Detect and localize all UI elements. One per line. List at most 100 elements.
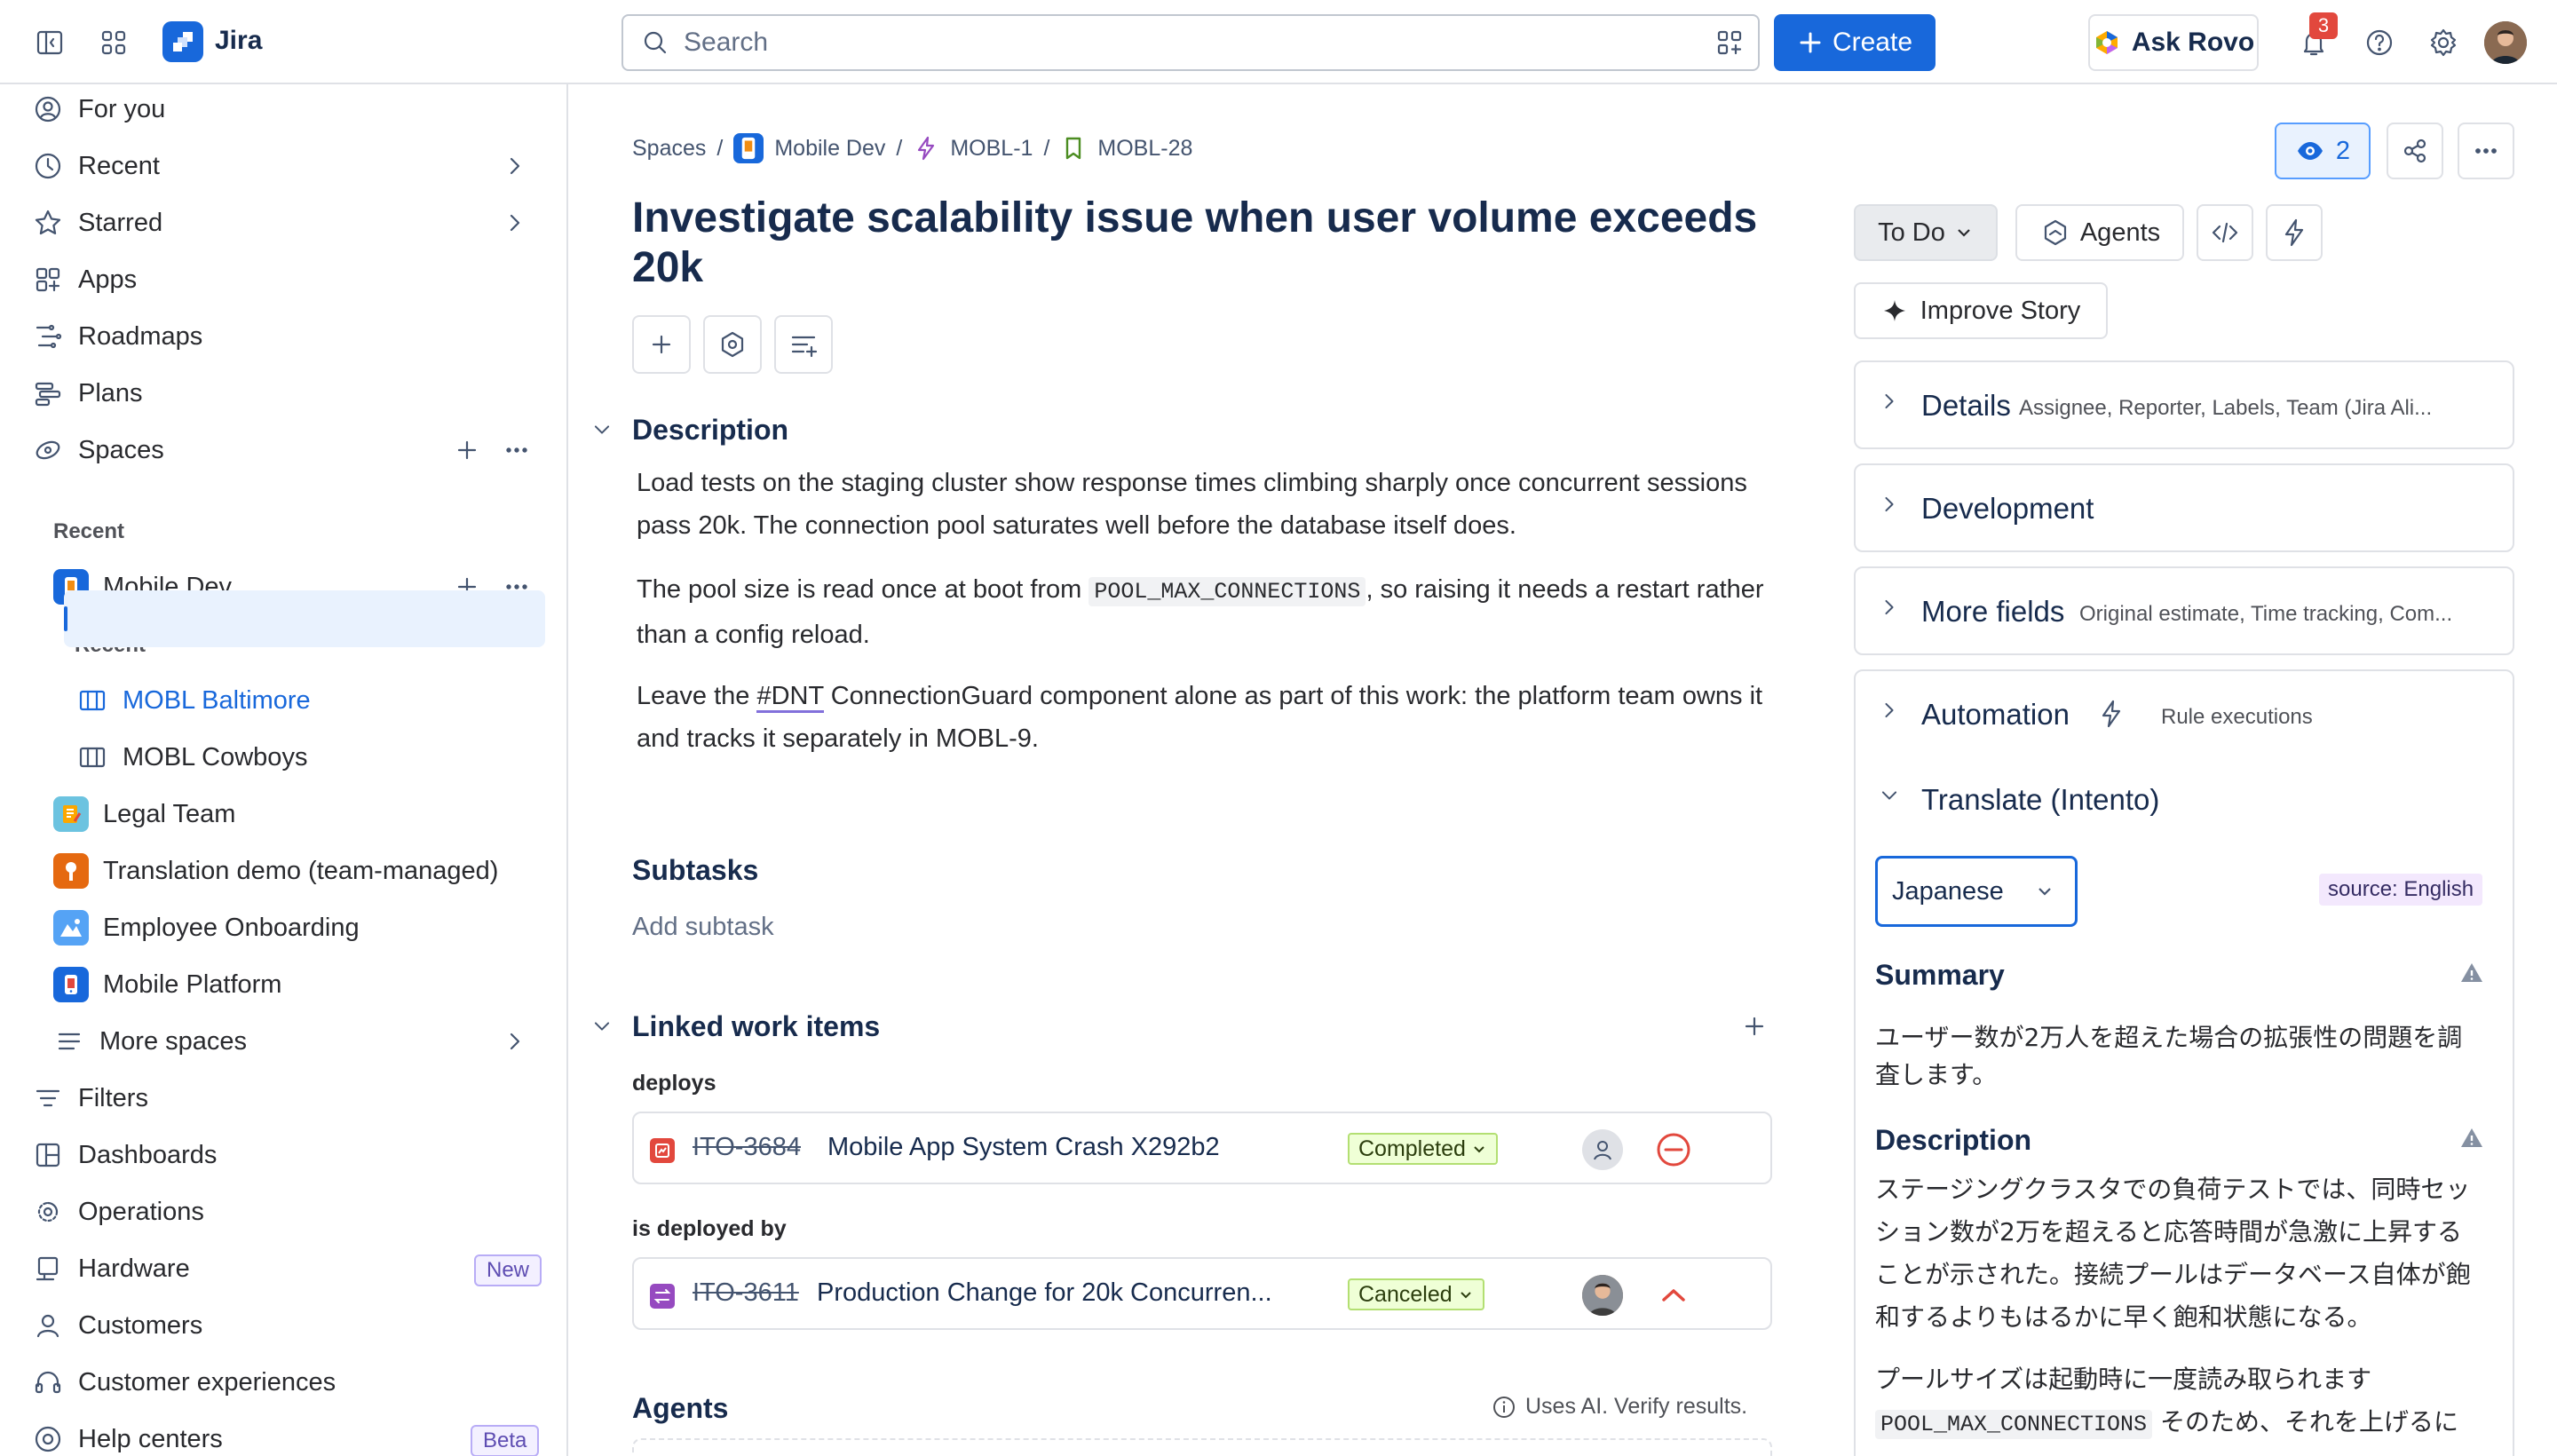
agents-button[interactable]: Agents (2015, 204, 2184, 261)
description-paragraph-2[interactable]: The pool size is read once at boot from … (637, 568, 1764, 656)
sidebar-item-roadmaps[interactable]: Roadmaps (32, 312, 202, 361)
translated-description-paragraph-2: プールサイズは起動時に一度読み取られます POOL_MAX_CONNECTIONS… (1875, 1358, 2479, 1456)
list-add-icon (791, 336, 818, 358)
sidebar-item-mobl-baltimore[interactable]: MOBL Baltimore (76, 676, 311, 725)
more-options-icon[interactable] (501, 434, 533, 466)
page-title[interactable]: Investigate scalability issue when user … (632, 194, 1786, 293)
sidebar-item-translation-demo[interactable]: Translation demo (team-managed) (53, 846, 498, 896)
collapse-chevron-icon[interactable] (588, 1012, 616, 1041)
automation-button[interactable] (2266, 204, 2323, 261)
sidebar-item-customers[interactable]: Customers (32, 1301, 202, 1350)
warning-icon[interactable] (2459, 1126, 2484, 1151)
breadcrumb-epic[interactable]: MOBL-1 (950, 136, 1033, 162)
sidebar-item-recent[interactable]: Recent (32, 141, 538, 191)
remove-link-icon[interactable] (1655, 1131, 1692, 1168)
sidebar-item-more-spaces[interactable]: More spaces (53, 1017, 247, 1066)
share-button[interactable] (2387, 123, 2443, 179)
sidebar-item-for-you[interactable]: For you (32, 84, 165, 134)
warning-icon[interactable] (2459, 961, 2484, 985)
chevron-right-icon[interactable] (1875, 696, 1904, 724)
sidebar-item-mobile-platform[interactable]: Mobile Platform (53, 960, 281, 1009)
sidebar-item-mobl-cowboys[interactable]: MOBL Cowboys (76, 732, 307, 782)
breadcrumb-spaces[interactable]: Spaces (632, 136, 706, 162)
mobile-dev-project-icon (733, 133, 764, 163)
user-avatar[interactable] (2484, 21, 2527, 64)
automation-title[interactable]: Automation (1921, 698, 2070, 732)
linked-item-summary[interactable]: Production Change for 20k Concurren... (817, 1278, 1272, 1308)
dashboard-icon (36, 1143, 60, 1167)
linked-item-row[interactable]: ITO-3611 Production Change for 20k Concu… (632, 1257, 1772, 1330)
description-paragraph-3[interactable]: Leave the #DNT ConnectionGuard component… (637, 675, 1764, 760)
lightning-icon (2284, 218, 2304, 247)
status-label: Canceled (1358, 1281, 1453, 1307)
sidebar-item-label: Recent (78, 151, 160, 180)
sidebar-item-spaces[interactable]: Spaces (32, 425, 164, 475)
more-actions-button[interactable] (2458, 123, 2514, 179)
improve-story-button[interactable]: Improve Story (1854, 282, 2108, 339)
search-placeholder: Search (684, 28, 769, 57)
description-paragraph-1[interactable]: Load tests on the staging cluster show r… (637, 462, 1764, 547)
sidebar-item-label: Starred (78, 208, 163, 237)
add-button[interactable] (632, 315, 691, 374)
help-icon[interactable] (2362, 25, 2397, 60)
app-switcher-icon[interactable] (96, 25, 131, 60)
hexagon-settings-icon (721, 331, 744, 358)
development-panel[interactable]: Development (1854, 463, 2514, 552)
change-type-icon (650, 1284, 675, 1309)
sidebar-item-dashboards[interactable]: Dashboards (32, 1130, 217, 1180)
chevron-down-icon (2038, 888, 2051, 896)
chevron-right-icon (1885, 496, 1894, 512)
sidebar-item-hardware[interactable]: Hardware (32, 1244, 190, 1294)
code-button[interactable] (2197, 204, 2253, 261)
create-button[interactable]: Create (1774, 14, 1936, 71)
sidebar-item-apps[interactable]: Apps (32, 255, 137, 305)
sidebar-toggle-icon[interactable] (32, 25, 67, 60)
jira-logo-icon[interactable] (162, 21, 203, 62)
sidebar-item-starred[interactable]: Starred (32, 198, 162, 248)
add-subtask-link[interactable]: Add subtask (632, 913, 774, 942)
priority-high-icon[interactable] (1657, 1278, 1690, 1312)
sidebar-item-plans[interactable]: Plans (32, 368, 143, 418)
chevron-right-icon[interactable] (499, 207, 531, 239)
status-dropdown[interactable]: To Do (1854, 204, 1998, 261)
apps-button[interactable] (703, 315, 762, 374)
linked-item-row[interactable]: ITO-3684 Mobile App System Crash X292b2 … (632, 1112, 1772, 1184)
agents-dropzone[interactable] (632, 1438, 1772, 1456)
app-name[interactable]: Jira (215, 26, 262, 56)
add-space-plus-icon[interactable] (451, 434, 483, 466)
more-fields-panel[interactable]: More fields Original estimate, Time trac… (1854, 566, 2514, 655)
sidebar-item-operations[interactable]: Operations (32, 1187, 204, 1237)
unassigned-avatar-icon[interactable] (1582, 1129, 1623, 1170)
sidebar-item-help-centers[interactable]: Help centers (32, 1414, 223, 1456)
chevron-down-icon[interactable] (1875, 781, 1904, 810)
assignee-avatar[interactable] (1582, 1275, 1623, 1316)
chevron-right-icon[interactable] (499, 1025, 531, 1057)
sidebar-item-employee-onboarding[interactable]: Employee Onboarding (53, 903, 360, 953)
settings-gear-icon[interactable] (2426, 25, 2461, 60)
sidebar-item-label: More spaces (99, 1026, 248, 1056)
share-icon (2403, 138, 2426, 163)
sidebar-item-filters[interactable]: Filters (32, 1073, 148, 1123)
linked-item-key[interactable]: ITO-3611 (693, 1278, 799, 1308)
add-subtask-button[interactable] (774, 315, 833, 374)
linked-item-summary[interactable]: Mobile App System Crash X292b2 (827, 1133, 1220, 1162)
sidebar-item-customer-experiences[interactable]: Customer experiences (32, 1357, 336, 1407)
chevron-right-icon[interactable] (499, 150, 531, 182)
status-dropdown[interactable]: Completed (1348, 1133, 1498, 1165)
breadcrumb-issue[interactable]: MOBL-28 (1097, 136, 1192, 162)
collapse-chevron-icon[interactable] (588, 415, 616, 444)
details-panel[interactable]: Details Assignee, Reporter, Labels, Team… (1854, 360, 2514, 449)
language-select[interactable]: Japanese (1875, 856, 2078, 927)
watchers-button[interactable]: 2 (2275, 123, 2371, 179)
add-link-plus-icon[interactable] (1738, 1010, 1770, 1042)
automation-subtitle[interactable]: Rule executions (2161, 705, 2313, 730)
ask-rovo-button[interactable]: Ask Rovo (2088, 14, 2259, 71)
linked-item-key[interactable]: ITO-3684 (693, 1133, 801, 1162)
translate-title[interactable]: Translate (Intento) (1921, 783, 2159, 817)
filter-grid-icon[interactable] (1714, 27, 1746, 59)
sidebar-item-legal-team[interactable]: Legal Team (53, 789, 235, 839)
ai-notice-text: Uses AI. Verify results. (1525, 1394, 1748, 1419)
status-dropdown[interactable]: Canceled (1348, 1278, 1484, 1310)
search-input[interactable]: Search (621, 14, 1760, 71)
breadcrumb-project[interactable]: Mobile Dev (774, 136, 885, 162)
